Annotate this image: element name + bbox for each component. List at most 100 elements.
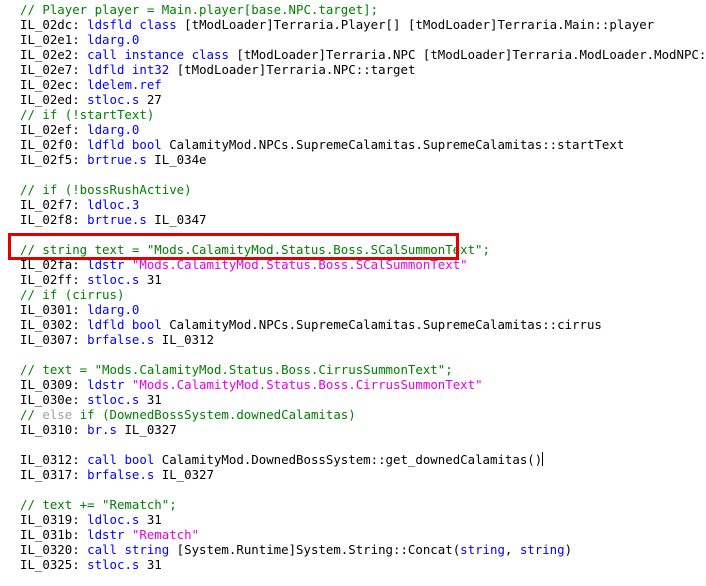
code-line[interactable]: IL_0310: br.s IL_0327 (20, 422, 706, 437)
il-offset-label: IL_02f8: (20, 212, 88, 227)
opcode-token: ldarg.0 (87, 122, 140, 137)
code-line[interactable]: IL_02e2: call instance class [tModLoader… (20, 47, 706, 62)
code-line[interactable]: // Player player = Main.player[base.NPC.… (20, 2, 706, 17)
code-line[interactable]: IL_02e1: ldarg.0 (20, 32, 706, 47)
opcode-token: br.s (87, 422, 117, 437)
il-offset-label: IL_02e1: (20, 32, 88, 47)
code-line[interactable]: IL_02fa: ldstr "Mods.CalamityMod.Status.… (20, 257, 706, 272)
il-offset-label: IL_02f5: (20, 152, 88, 167)
code-token: 27 (139, 92, 162, 107)
code-line[interactable]: IL_0317: brfalse.s IL_0327 (20, 467, 706, 482)
il-offset-label: IL_02ef: (20, 122, 88, 137)
code-line[interactable]: // if (!startText) (20, 107, 706, 122)
code-line[interactable]: IL_0325: stloc.s 31 (20, 557, 706, 572)
keyword-token: class (191, 47, 229, 62)
opcode-token: ldloc.3 (87, 197, 140, 212)
code-line[interactable]: IL_02f7: ldloc.3 (20, 197, 706, 212)
code-token: IL_0327 (116, 422, 177, 437)
code-line[interactable]: IL_02e7: ldfld int32 [tModLoader]Terrari… (20, 62, 706, 77)
blank-line[interactable] (20, 167, 706, 182)
code-line[interactable]: IL_02dc: ldsfld class [tModLoader]Terrar… (20, 17, 706, 32)
code-line[interactable]: IL_0309: ldstr "Mods.CalamityMod.Status.… (20, 377, 706, 392)
opcode-token: stloc.s (87, 392, 140, 407)
opcode-token: stloc.s (87, 92, 140, 107)
code-token: [tModLoader]Terraria.NPC [tModLoader]Ter… (236, 47, 706, 62)
code-line[interactable]: IL_0302: ldfld bool CalamityMod.NPCs.Sup… (20, 317, 706, 332)
il-code-listing[interactable]: // Player player = Main.player[base.NPC.… (20, 2, 706, 572)
code-line[interactable]: IL_02ed: stloc.s 27 (20, 92, 706, 107)
code-line[interactable]: IL_0301: ldarg.0 (20, 302, 706, 317)
code-line[interactable]: IL_030e: stloc.s 31 (20, 392, 706, 407)
opcode-token: brfalse.s (87, 467, 155, 482)
code-line[interactable]: // else if (DownedBossSystem.downedCalam… (20, 407, 706, 422)
comment-token: // (20, 407, 43, 422)
code-line[interactable]: // if (!bossRushActive) (20, 182, 706, 197)
keyword-token: else (42, 407, 73, 422)
code-line[interactable]: IL_02f8: brtrue.s IL_0347 (20, 212, 706, 227)
opcode-token: ldstr (87, 377, 125, 392)
string-literal: "Mods.CalamityMod.Status.Boss.CirrusSumm… (131, 377, 483, 392)
blank-line[interactable] (20, 227, 706, 242)
opcode-token: brfalse.s (87, 332, 155, 347)
il-offset-label: IL_0302: (20, 317, 88, 332)
code-line[interactable]: IL_02f0: ldfld bool CalamityMod.NPCs.Sup… (20, 137, 706, 152)
code-line[interactable]: IL_0319: ldloc.s 31 (20, 512, 706, 527)
il-offset-label: IL_02f7: (20, 197, 88, 212)
string-literal: "Mods.CalamityMod.Status.Boss.SCalSummon… (131, 257, 468, 272)
code-line[interactable]: IL_0307: brfalse.s IL_0312 (20, 332, 706, 347)
opcode-token: ldstr (87, 257, 125, 272)
il-offset-label: IL_02fa: (20, 257, 88, 272)
code-line[interactable]: IL_0320: call string [System.Runtime]Sys… (20, 542, 706, 557)
code-line[interactable]: // if (cirrus) (20, 287, 706, 302)
blank-line[interactable] (20, 482, 706, 497)
opcode-token: stloc.s (87, 272, 140, 287)
opcode-token: ldloc.s (87, 512, 140, 527)
code-token: [tModLoader]Terraria.Player[] [tModLoade… (176, 17, 655, 32)
string-literal: "Rematch" (131, 527, 200, 542)
opcode-token: ldarg.0 (87, 32, 140, 47)
keyword-token: int32 (131, 62, 170, 77)
code-line[interactable]: IL_031b: ldstr "Rematch" (20, 527, 706, 542)
il-offset-label: IL_0317: (20, 467, 88, 482)
code-token: [System.Runtime]System.String::Concat( (169, 542, 461, 557)
opcode-token: stloc.s (87, 557, 140, 572)
il-offset-label: IL_0312: (20, 452, 88, 467)
opcode-token: ldstr (87, 527, 125, 542)
blank-line[interactable] (20, 347, 706, 362)
il-offset-label: IL_0301: (20, 302, 88, 317)
code-line[interactable]: // text += "Rematch"; (20, 497, 706, 512)
opcode-token: brtrue.s (87, 212, 147, 227)
opcode-token: ldfld (87, 317, 125, 332)
code-line[interactable]: IL_02f5: brtrue.s IL_034e (20, 152, 706, 167)
il-offset-label: IL_0307: (20, 332, 88, 347)
code-line[interactable]: IL_0312: call bool CalamityMod.DownedBos… (20, 452, 706, 467)
il-offset-label: IL_02dc: (20, 17, 88, 32)
code-editor[interactable]: // Player player = Main.player[base.NPC.… (0, 0, 706, 586)
code-line[interactable]: // string text = "Mods.CalamityMod.Statu… (20, 242, 706, 257)
code-token: IL_0347 (146, 212, 207, 227)
code-token: 31 (139, 557, 162, 572)
code-line[interactable]: IL_02ff: stloc.s 31 (20, 272, 706, 287)
code-line[interactable]: IL_02ec: ldelem.ref (20, 77, 706, 92)
keyword-token: bool (131, 317, 162, 332)
blank-line[interactable] (20, 437, 706, 452)
il-offset-label: IL_030e: (20, 392, 88, 407)
code-line[interactable]: IL_02ef: ldarg.0 (20, 122, 706, 137)
il-offset-label: IL_02e2: (20, 47, 88, 62)
code-token: ) (564, 542, 573, 557)
opcode-token: call (87, 47, 117, 62)
code-line[interactable]: // text = "Mods.CalamityMod.Status.Boss.… (20, 362, 706, 377)
keyword-token: bool (131, 137, 162, 152)
opcode-token: ldfld (87, 137, 125, 152)
il-offset-label: IL_0319: (20, 512, 88, 527)
keyword-token: bool (124, 452, 155, 467)
opcode-token: ldfld (87, 62, 125, 77)
code-token: 31 (139, 272, 162, 287)
keyword-token: class (139, 17, 177, 32)
opcode-token: ldarg.0 (87, 302, 140, 317)
